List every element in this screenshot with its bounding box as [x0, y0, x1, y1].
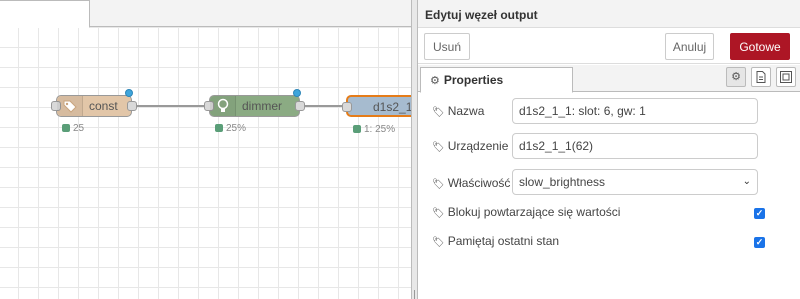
- wire-dimmer-output[interactable]: [305, 105, 345, 107]
- block-repeats-label-text: Blokuj powtarzające się wartości: [447, 205, 621, 219]
- block-repeats-checkbox[interactable]: ✓: [754, 208, 765, 219]
- tag-icon: 🏷: [432, 142, 445, 153]
- done-button[interactable]: Gotowe: [730, 33, 790, 60]
- changed-indicator: [293, 89, 301, 97]
- gear-icon: ⚙: [430, 75, 440, 87]
- node-status-text: 1: 25%: [364, 124, 396, 135]
- device-label-text: Urządzenie: [447, 139, 509, 153]
- name-row: 🏷 Nazwa: [432, 98, 792, 125]
- input-port[interactable]: [342, 102, 352, 112]
- description-tab-icon[interactable]: [751, 67, 771, 87]
- editor-toolbar: Usuń Anuluj Gotowe: [418, 28, 800, 64]
- property-label-text: Właściwość: [447, 176, 511, 190]
- tag-icon: 🏷: [432, 237, 445, 248]
- property-row: 🏷 Właściwość slow_brightness ⌄: [432, 169, 792, 196]
- tag-icon: 🏷: [432, 107, 445, 118]
- name-label-text: Nazwa: [447, 104, 485, 118]
- device-row: 🏷 Urządzenie: [432, 133, 792, 160]
- output-port[interactable]: [295, 101, 305, 111]
- block-repeats-label: 🏷 Blokuj powtarzające się wartości: [432, 205, 620, 219]
- device-label: 🏷 Urządzenie: [432, 139, 508, 153]
- settings-tab-icon[interactable]: ⚙: [726, 67, 746, 87]
- name-label: 🏷 Nazwa: [432, 104, 484, 118]
- node-dimmer[interactable]: dimmer 25%: [204, 89, 305, 134]
- wire-const-dimmer[interactable]: [137, 105, 208, 107]
- node-label: dimmer: [242, 99, 283, 113]
- flow-tab[interactable]: [0, 0, 90, 28]
- appearance-tab-icon[interactable]: [776, 67, 796, 87]
- tag-icon: 🏷: [432, 179, 445, 190]
- node-output[interactable]: d1s2_1_ 1: 25%: [342, 95, 411, 135]
- cancel-button[interactable]: Anuluj: [665, 33, 714, 60]
- splitter-grip[interactable]: [414, 290, 415, 299]
- lightbulb-icon: [210, 96, 236, 116]
- node-status: 1: 25%: [353, 124, 395, 135]
- property-select[interactable]: slow_brightness ⌄: [512, 169, 758, 195]
- remember-state-label-text: Pamiętaj ostatni stan: [447, 234, 560, 248]
- delete-button[interactable]: Usuń: [424, 33, 470, 60]
- tag-icon: 🏷: [432, 208, 445, 219]
- flow-canvas-area: const 25 dimmer 25% d1s2_1_ 1: 25%: [0, 0, 411, 299]
- chevron-down-icon: ⌄: [742, 176, 751, 187]
- tab-properties[interactable]: ⚙ Properties: [420, 67, 573, 93]
- node-status: 25: [62, 123, 84, 134]
- remember-state-row: 🏷 Pamiętaj ostatni stan ✓: [432, 234, 792, 250]
- remember-state-checkbox[interactable]: ✓: [754, 237, 765, 248]
- node-status-text: 25%: [226, 123, 247, 134]
- status-dot-icon: [215, 124, 223, 132]
- flow-tab-bar: [0, 0, 411, 28]
- status-dot-icon: [62, 124, 70, 132]
- output-port[interactable]: [127, 101, 137, 111]
- block-repeats-row: 🏷 Blokuj powtarzające się wartości ✓: [432, 205, 792, 221]
- changed-indicator: [125, 89, 133, 97]
- flow-workspace[interactable]: [0, 28, 411, 299]
- remember-state-label: 🏷 Pamiętaj ostatni stan: [432, 234, 559, 248]
- name-field[interactable]: [512, 98, 758, 124]
- node-const[interactable]: const 25: [51, 89, 137, 134]
- device-field[interactable]: [512, 133, 758, 159]
- node-status: 25%: [215, 123, 246, 134]
- node-editor-panel: Edytuj węzeł output Usuń Anuluj Gotowe ⚙…: [417, 0, 800, 299]
- property-label: 🏷 Właściwość: [432, 176, 510, 190]
- tab-properties-label: Properties: [443, 73, 504, 87]
- node-label: const: [89, 99, 118, 113]
- editor-title: Edytuj węzeł output: [418, 0, 800, 28]
- node-label: d1s2_1_: [373, 100, 411, 114]
- property-select-value: slow_brightness: [519, 175, 606, 189]
- node-status-text: 25: [73, 123, 85, 134]
- status-dot-icon: [353, 125, 361, 133]
- editor-tabs: ⚙ Properties ⚙: [418, 65, 800, 93]
- tag-icon: [57, 96, 83, 116]
